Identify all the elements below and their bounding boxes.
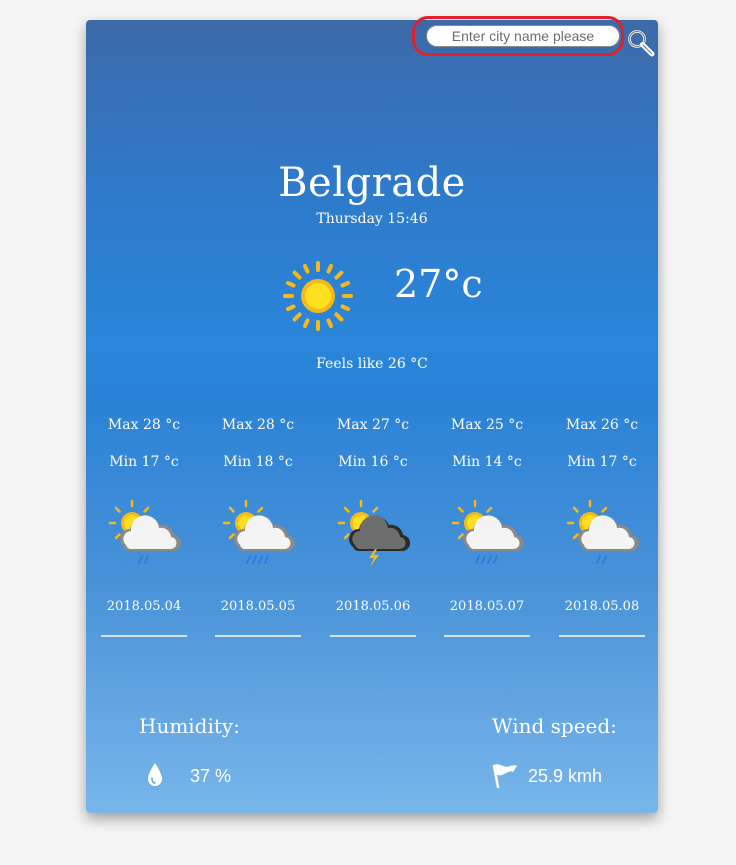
forecast-date: 2018.05.08 <box>564 599 640 614</box>
forecast-max: Max 25 °c <box>450 417 524 433</box>
forecast-day: Max 25 °c Min 14 °c 2018.05.07 <box>444 415 530 645</box>
forecast-day: Max 28 °c Min 17 °c 2018.05.04 <box>101 415 187 645</box>
forecast-day: Max 27 °c Min 16 °c 2018.05.06 <box>330 415 416 645</box>
wind-value: 25.9 kmh <box>528 766 603 786</box>
forecast-date: 2018.05.05 <box>220 599 296 614</box>
water-drop-icon <box>148 763 162 786</box>
forecast-max: Max 28 °c <box>221 417 295 433</box>
sun-cloud-light-rain-icon <box>566 499 640 564</box>
search-button[interactable] <box>626 28 656 58</box>
forecast-divider <box>101 635 187 637</box>
forecast-max: Max 28 °c <box>107 417 181 433</box>
forecast-min: Min 18 °c <box>223 454 293 470</box>
forecast-min: Min 17 °c <box>109 454 179 470</box>
forecast-min: Min 16 °c <box>338 454 408 470</box>
forecast-min: Min 17 °c <box>567 454 637 470</box>
sun-cloud-light-rain-icon <box>108 499 182 564</box>
city-search-input[interactable] <box>426 25 620 47</box>
forecast-date: 2018.05.06 <box>335 599 411 614</box>
forecast-date: 2018.05.04 <box>106 599 182 614</box>
sun-icon <box>282 260 354 332</box>
forecast-divider <box>444 635 530 637</box>
sun-cloud-thunder-icon <box>337 499 411 567</box>
wind-label: Wind speed: <box>492 714 617 738</box>
city-name: Belgrade <box>278 160 466 206</box>
forecast-list: Max 28 °c Min 17 °c 2018.05.04 Max 28 °c <box>86 415 658 645</box>
search-icon <box>628 30 655 57</box>
forecast-divider <box>215 635 301 637</box>
forecast-day: Max 28 °c Min 18 °c 2018.05.05 <box>215 415 301 645</box>
forecast-min: Min 14 °c <box>452 454 522 470</box>
wind-flag-icon <box>492 764 517 789</box>
forecast-max: Max 26 °c <box>565 417 639 433</box>
search-highlight <box>412 16 624 56</box>
sun-cloud-rain-icon <box>451 499 525 564</box>
humidity-label: Humidity: <box>139 714 240 738</box>
current-temperature: 27°c <box>394 262 483 306</box>
forecast-divider <box>330 635 416 637</box>
weather-card: Belgrade Thursday 15:46 <box>86 16 658 813</box>
current-datetime: Thursday 15:46 <box>316 211 428 227</box>
forecast-divider <box>559 635 645 637</box>
forecast-max: Max 27 °c <box>336 417 410 433</box>
forecast-date: 2018.05.07 <box>449 599 525 614</box>
sun-cloud-rain-icon <box>222 499 296 564</box>
humidity-value: 37 % <box>190 766 232 786</box>
forecast-day: Max 26 °c Min 17 °c 2018.05.08 <box>559 415 645 645</box>
feels-like: Feels like 26 °C <box>316 356 428 372</box>
